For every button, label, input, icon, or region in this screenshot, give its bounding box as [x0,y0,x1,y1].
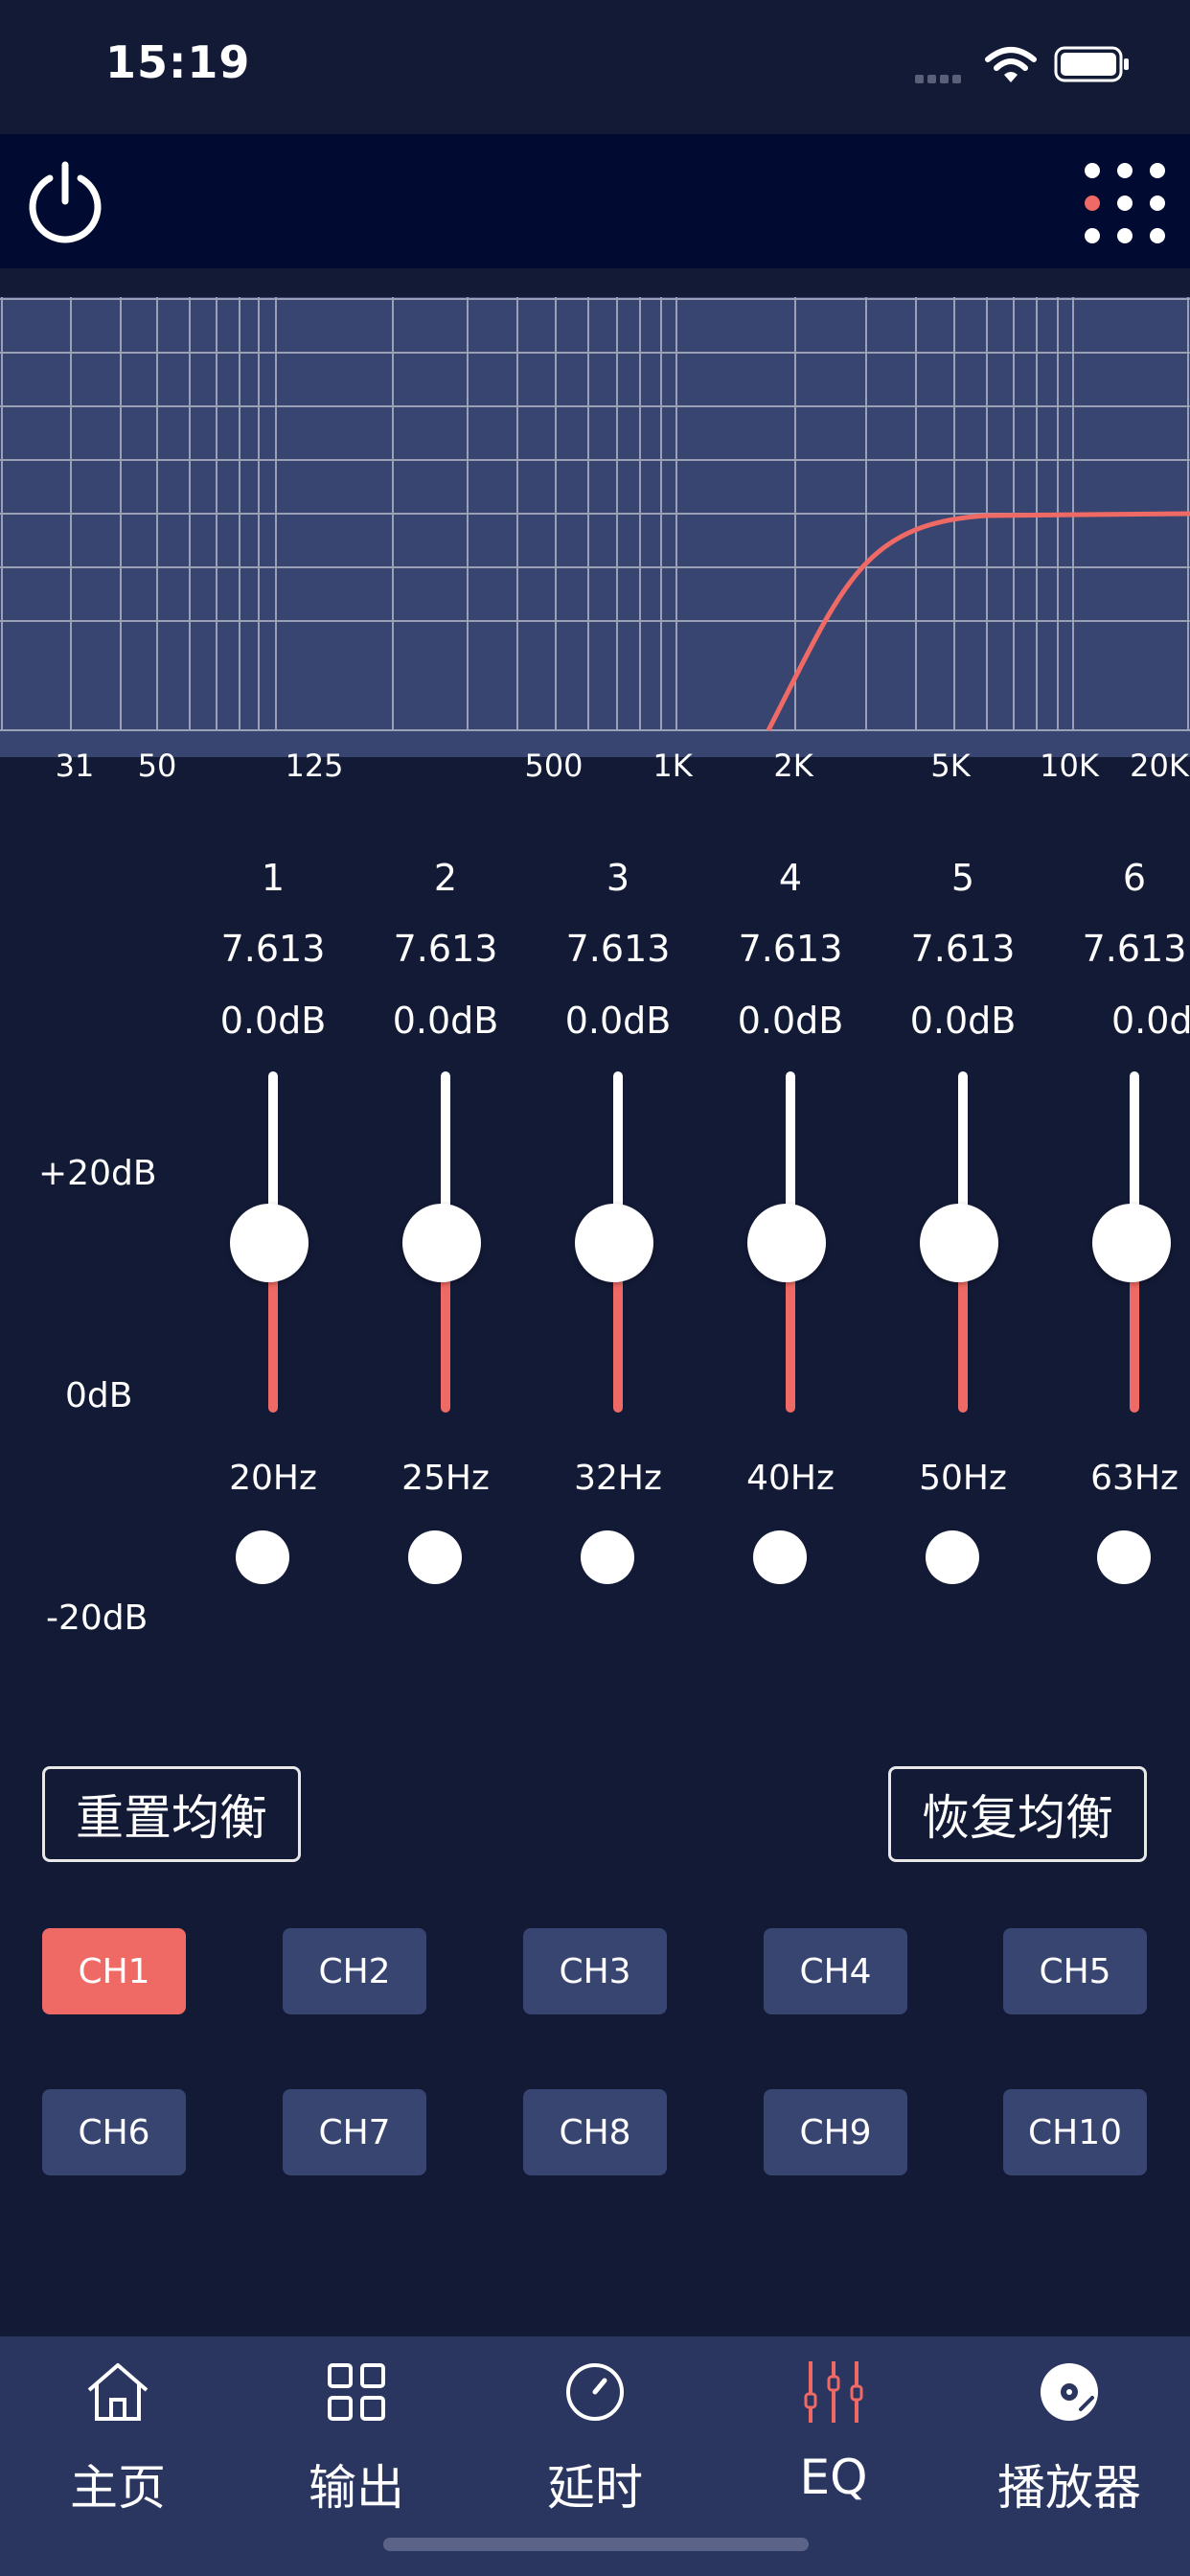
channel-button-ch3[interactable]: CH3 [523,1928,667,2014]
eq-response-graph: 31 50 125 500 1K 2K 5K 10K 20K [0,297,1190,784]
band-q-value[interactable]: 7.613 [1083,928,1187,970]
freq-label: 20K [1130,748,1189,784]
eq-grid [0,297,1190,732]
sliders-icon [804,2361,863,2423]
band-q-value[interactable]: 7.613 [566,928,671,970]
band-frequency[interactable]: 40Hz [746,1459,835,1498]
band-q-value[interactable]: 7.613 [221,928,326,970]
band-select-radio[interactable] [581,1530,634,1584]
tab-eq[interactable]: EQ [738,2336,929,2547]
freq-label: 31 [55,748,95,784]
db-scale-top: +20dB [38,1154,157,1193]
freq-label: 5K [930,748,971,784]
freq-label: 1K [652,748,693,784]
disc-icon [1041,2363,1098,2421]
tab-label: 输出 [309,2460,404,2516]
gauge-icon [566,2363,624,2421]
band-slider-knob[interactable] [402,1204,481,1282]
band-index: 2 [433,857,458,899]
band-gain-value[interactable]: 0.0dB [1111,1000,1190,1042]
freq-label: 2K [773,748,813,784]
tab-label: 播放器 [997,2460,1141,2516]
band-index: 3 [606,857,630,899]
band-slider-knob[interactable] [575,1204,653,1282]
band-frequency[interactable]: 20Hz [229,1459,317,1498]
grid-icon [328,2363,385,2421]
power-icon[interactable] [21,157,109,245]
wifi-icon [985,47,1037,82]
home-indicator[interactable] [383,2538,809,2551]
band-frequency[interactable]: 63Hz [1090,1459,1179,1498]
band-gain-value[interactable]: 0.0dB [565,1000,672,1042]
band-slider-knob[interactable] [920,1204,998,1282]
menu-grid-icon[interactable] [1081,159,1169,247]
band-index: 5 [950,857,975,899]
band-frequency[interactable]: 50Hz [919,1459,1007,1498]
channel-button-ch1[interactable]: CH1 [42,1928,186,2014]
reset-eq-button[interactable]: 重置均衡 [42,1766,301,1862]
band-slider-knob[interactable] [747,1204,826,1282]
band-index: 1 [261,857,286,899]
band-frequency[interactable]: 32Hz [574,1459,662,1498]
band-frequency[interactable]: 25Hz [401,1459,490,1498]
channel-button-ch5[interactable]: CH5 [1003,1928,1147,2014]
band-q-value[interactable]: 7.613 [911,928,1016,970]
cellular-signal-icon [915,69,973,83]
tab-delay[interactable]: 延时 [499,2336,691,2547]
db-scale-mid: 0dB [65,1376,133,1415]
home-icon [87,2363,149,2421]
battery-icon [1054,46,1129,82]
channel-button-ch8[interactable]: CH8 [523,2089,667,2175]
band-gain-value[interactable]: 0.0dB [910,1000,1017,1042]
channel-button-ch6[interactable]: CH6 [42,2089,186,2175]
channel-button-ch9[interactable]: CH9 [764,2089,907,2175]
band-q-value[interactable]: 7.613 [394,928,498,970]
channel-button-ch2[interactable]: CH2 [283,1928,426,2014]
band-select-radio[interactable] [236,1530,289,1584]
band-gain-value[interactable]: 0.0dB [220,1000,327,1042]
band-select-radio[interactable] [753,1530,807,1584]
band-select-radio[interactable] [408,1530,462,1584]
band-select-radio[interactable] [926,1530,979,1584]
channel-button-ch4[interactable]: CH4 [764,1928,907,2014]
band-select-radio[interactable] [1097,1530,1151,1584]
db-scale-bottom: -20dB [46,1598,149,1638]
band-gain-value[interactable]: 0.0dB [738,1000,844,1042]
tab-label: EQ [799,2450,868,2505]
band-index: 4 [778,857,803,899]
channel-button-ch7[interactable]: CH7 [283,2089,426,2175]
band-slider-knob[interactable] [230,1204,309,1282]
band-slider-knob[interactable] [1092,1204,1171,1282]
freq-label: 125 [285,748,344,784]
freq-label: 500 [524,748,584,784]
band-index: 6 [1122,857,1147,899]
restore-eq-button[interactable]: 恢复均衡 [888,1766,1147,1862]
freq-label: 50 [137,748,177,784]
tab-output[interactable]: 输出 [261,2336,452,2547]
tab-label: 主页 [70,2460,166,2516]
tab-label: 延时 [547,2460,643,2516]
channel-button-ch10[interactable]: CH10 [1003,2089,1147,2175]
status-bar: 15:19 [0,0,1190,134]
top-bar [0,134,1190,268]
band-gain-value[interactable]: 0.0dB [393,1000,499,1042]
band-q-value[interactable]: 7.613 [739,928,843,970]
status-time: 15:19 [105,36,251,88]
tab-player[interactable]: 播放器 [973,2336,1165,2547]
tab-home[interactable]: 主页 [22,2336,214,2547]
freq-label: 10K [1040,748,1099,784]
